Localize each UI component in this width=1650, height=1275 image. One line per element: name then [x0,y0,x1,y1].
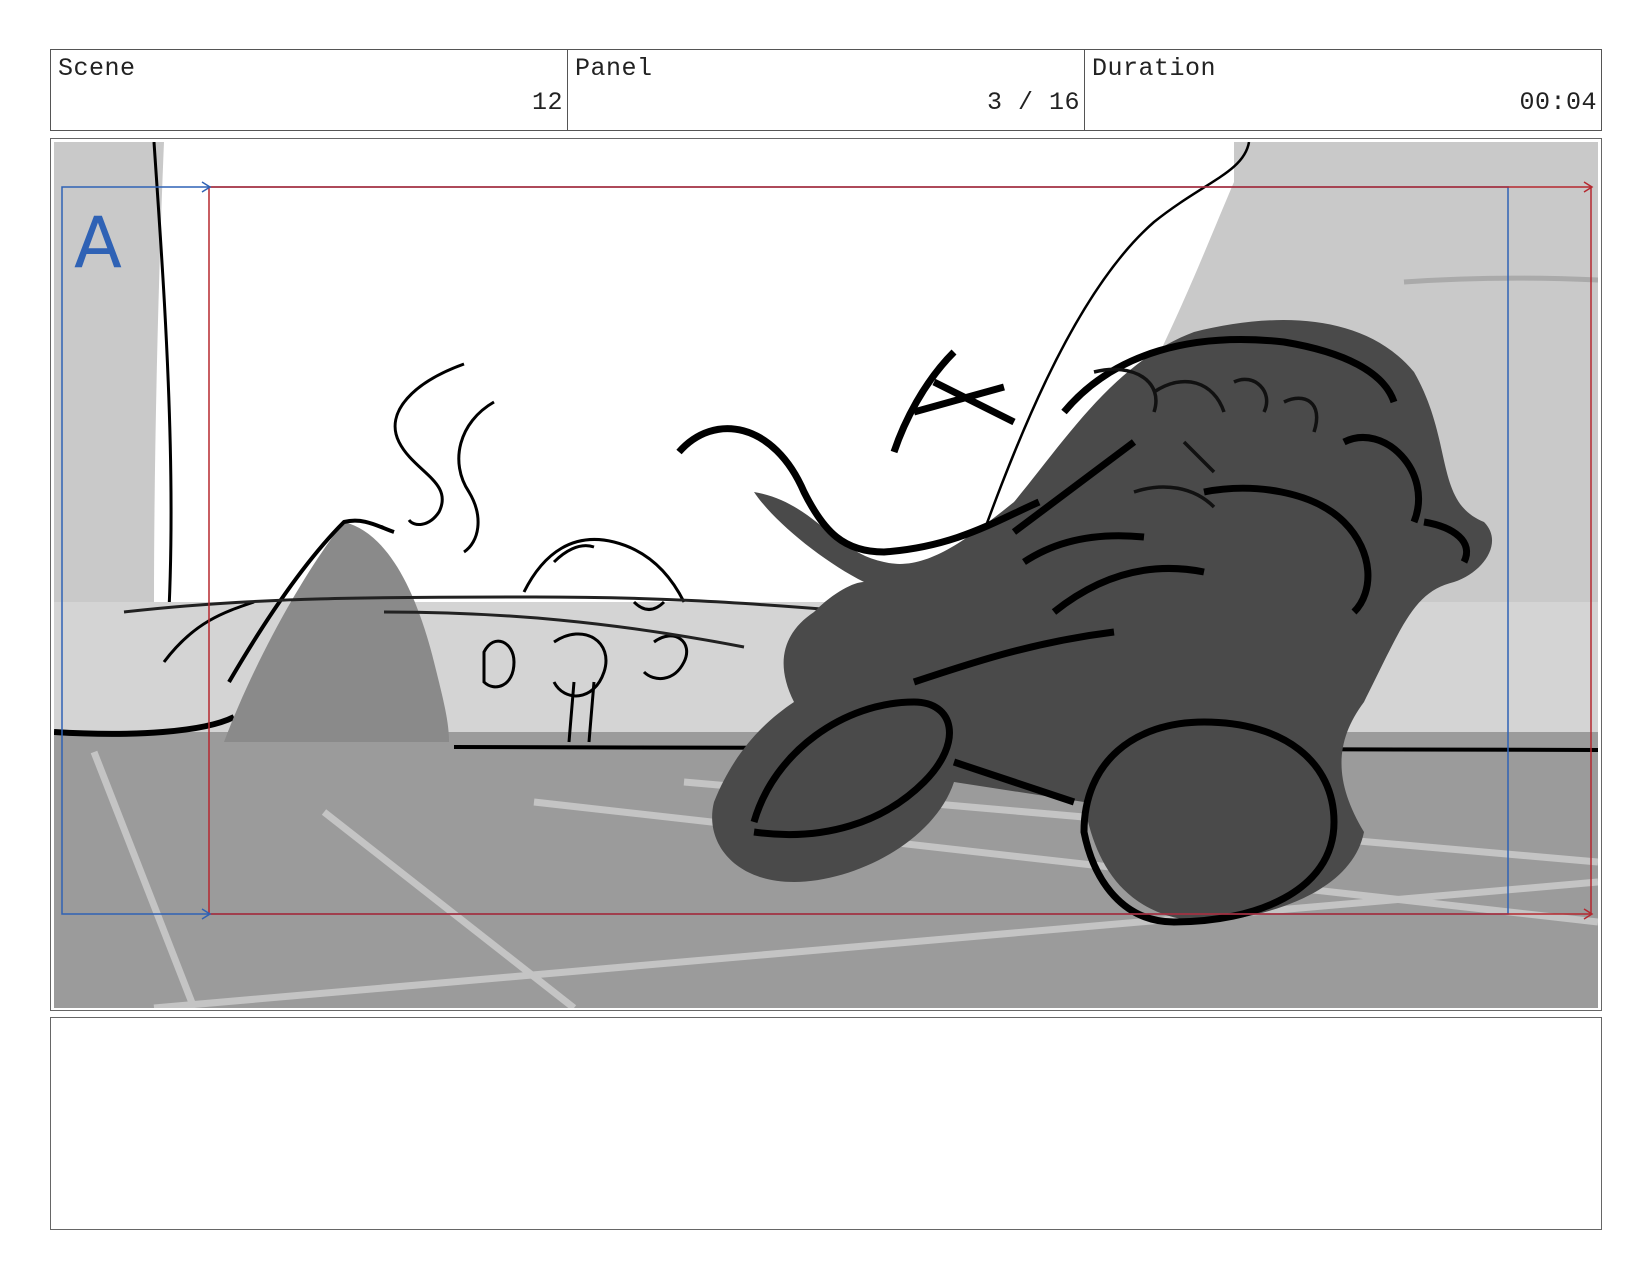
duration-label: Duration [1092,54,1217,83]
panel-cell: Panel 3 / 16 [568,50,1085,130]
panel-label: Panel [575,54,653,83]
scene-label: Scene [58,54,136,83]
panel-notes-box[interactable] [50,1017,1602,1230]
safe-area-marker: A [74,202,122,284]
storyboard-header: Scene 12 Panel 3 / 16 Duration 00:04 [50,49,1602,131]
storyboard-panel-frame[interactable]: A [50,138,1602,1011]
duration-value[interactable]: 00:04 [1519,88,1597,117]
scene-number[interactable]: 12 [532,88,563,117]
panel-number[interactable]: 3 / 16 [987,88,1080,117]
scene-cell: Scene 12 [51,50,568,130]
duration-cell: Duration 00:04 [1085,50,1601,130]
panel-sketch: A [54,142,1598,1008]
